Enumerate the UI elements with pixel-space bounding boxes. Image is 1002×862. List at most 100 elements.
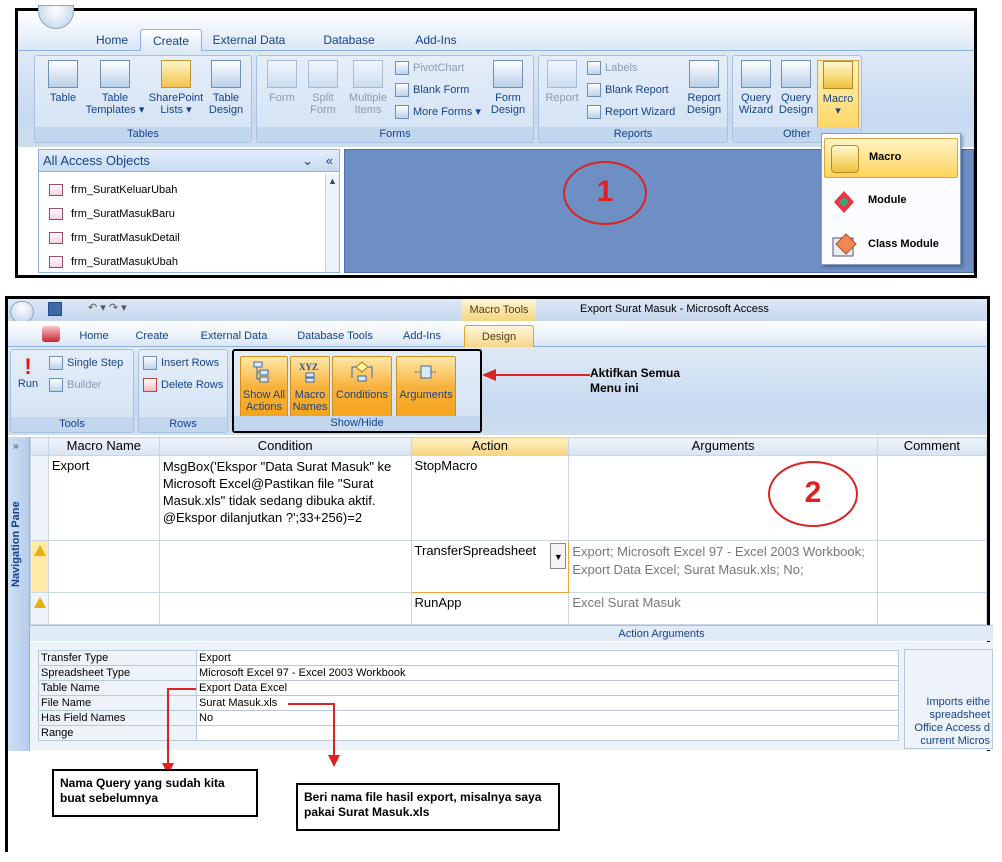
row-selector[interactable] xyxy=(30,455,49,541)
show-all-actions-button[interactable]: Show All Actions xyxy=(240,356,288,418)
chevron-down-icon[interactable]: ⌄ xyxy=(302,150,313,172)
group-forms-label: Forms xyxy=(257,127,533,142)
arguments-button[interactable]: Arguments xyxy=(396,356,456,418)
single-step-label: Single Step xyxy=(67,357,124,369)
blank-form-button[interactable]: Blank Form xyxy=(393,81,469,99)
sharepoint-lists-label: SharePoint Lists ▾ xyxy=(148,92,204,116)
argument-value[interactable]: Export xyxy=(196,650,899,666)
nav-item-form[interactable]: frm_SuratMasukUbah xyxy=(47,252,178,272)
query-design-button[interactable]: Query Design xyxy=(773,60,819,126)
report-design-button[interactable]: Report Design xyxy=(679,60,729,126)
form-icon xyxy=(49,232,63,244)
warning-icon xyxy=(34,597,46,608)
run-button[interactable]: ! Run xyxy=(15,356,41,391)
tab-add-ins[interactable]: Add-Ins xyxy=(396,325,448,347)
tab-design[interactable]: Design xyxy=(464,325,534,347)
multiple-items-button[interactable]: Multiple Items xyxy=(343,60,393,126)
cell-condition[interactable]: MsgBox('Ekspor "Data Surat Masuk" ke Mic… xyxy=(158,455,412,541)
annotation-showhide: Aktifkan Semua Menu ini xyxy=(590,366,681,395)
cell-macro-name[interactable] xyxy=(47,540,160,593)
group-forms: Form Split Form Multiple Items PivotChar… xyxy=(256,55,534,143)
cell-action-selected[interactable]: TransferSpreadsheet ▼ xyxy=(410,540,570,593)
save-icon[interactable] xyxy=(48,302,62,316)
table-icon xyxy=(48,60,78,88)
insert-rows-button[interactable]: Insert Rows xyxy=(141,354,219,372)
dropdown-arrow-icon[interactable]: ▼ xyxy=(550,543,567,569)
arguments-label: Arguments xyxy=(399,389,453,401)
nav-scrollbar[interactable]: ▲ xyxy=(325,174,339,272)
navigation-pane-collapsed[interactable]: » Navigation Pane xyxy=(8,437,30,751)
table-row[interactable]: TransferSpreadsheet ▼ Export; Microsoft E… xyxy=(30,540,988,593)
builder-icon xyxy=(49,378,63,392)
table-design-button[interactable]: Table Design xyxy=(199,60,253,126)
ribbon-design: ! Run Single Step Builder Tools Insert Ro… xyxy=(8,347,987,435)
undo-icon[interactable]: ↶ ▾ ↷ ▾ xyxy=(88,301,127,314)
nav-item-form[interactable]: frm_SuratMasukBaru xyxy=(47,204,175,224)
tab-home[interactable]: Home xyxy=(84,29,140,51)
argument-row[interactable]: Transfer Type Export xyxy=(38,650,899,666)
cell-macro-name[interactable]: Export xyxy=(47,455,160,541)
row-selector-current[interactable] xyxy=(30,540,49,593)
report-wizard-button[interactable]: Report Wizard xyxy=(585,103,675,121)
office-button[interactable] xyxy=(10,301,34,323)
form-design-button[interactable]: Form Design xyxy=(483,60,533,126)
scroll-up-icon[interactable]: ▲ xyxy=(328,176,337,186)
tab-external-data[interactable]: External Data xyxy=(204,29,294,51)
col-comment[interactable]: Comment xyxy=(876,437,988,456)
blank-report-button[interactable]: Blank Report xyxy=(585,81,669,99)
menu-item-class-module[interactable]: Class Module xyxy=(824,226,958,266)
tab-home[interactable]: Home xyxy=(72,325,116,347)
table-templates-button[interactable]: Table Templates ▾ xyxy=(85,60,145,126)
cell-action[interactable]: StopMacro xyxy=(410,455,570,541)
group-other: Query Wizard Query Design Macro ▾ Other xyxy=(732,55,862,143)
pivotchart-button[interactable]: PivotChart xyxy=(393,59,464,77)
col-condition[interactable]: Condition xyxy=(158,437,412,456)
blank-report-icon xyxy=(587,83,601,97)
cell-macro-name[interactable] xyxy=(47,592,160,625)
tab-create[interactable]: Create xyxy=(130,325,174,347)
more-forms-button[interactable]: More Forms ▾ xyxy=(393,103,481,121)
table-button[interactable]: Table xyxy=(35,60,91,126)
menu-item-module[interactable]: Module xyxy=(824,182,958,222)
nav-pane-header[interactable]: All Access Objects ⌄ « xyxy=(39,150,339,172)
run-label: Run xyxy=(17,378,39,390)
col-action[interactable]: Action xyxy=(410,437,570,456)
report-label: Report xyxy=(545,92,579,104)
group-reports-label: Reports xyxy=(539,127,727,142)
form-icon xyxy=(49,208,63,220)
macro-names-button[interactable]: XYZ Macro Names xyxy=(290,356,330,418)
cell-action[interactable]: RunApp xyxy=(410,592,570,625)
table-row[interactable]: RunApp Excel Surat Masuk xyxy=(30,592,988,625)
split-form-button[interactable]: Split Form xyxy=(299,60,347,126)
tab-add-ins[interactable]: Add-Ins xyxy=(406,29,466,51)
tab-database-tools[interactable]: Database Tools xyxy=(300,29,398,69)
menu-item-class-module-label: Class Module xyxy=(868,238,939,250)
macro-button[interactable]: Macro ▾ xyxy=(817,60,859,134)
tab-create[interactable]: Create xyxy=(140,29,202,52)
cell-comment[interactable] xyxy=(876,455,988,541)
single-step-button[interactable]: Single Step xyxy=(47,354,123,372)
delete-rows-button[interactable]: Delete Rows xyxy=(141,376,223,394)
builder-button[interactable]: Builder xyxy=(47,376,101,394)
office-button[interactable] xyxy=(38,5,74,29)
cell-condition[interactable] xyxy=(158,540,412,593)
expand-icon[interactable]: » xyxy=(13,441,19,452)
cell-comment[interactable] xyxy=(876,540,988,593)
collapse-icon[interactable]: « xyxy=(326,150,333,172)
conditions-button[interactable]: Conditions xyxy=(332,356,392,418)
row-selector[interactable] xyxy=(30,592,49,625)
col-macro-name[interactable]: Macro Name xyxy=(47,437,160,456)
nav-item-form[interactable]: frm_SuratMasukDetail xyxy=(47,228,180,248)
nav-item-form[interactable]: frm_SuratKeluarUbah xyxy=(47,180,177,200)
labels-button[interactable]: Labels xyxy=(585,59,637,77)
cell-comment[interactable] xyxy=(876,592,988,625)
macro-names-label: Macro Names xyxy=(292,389,328,413)
cell-condition[interactable] xyxy=(158,592,412,625)
macro-names-icon: XYZ xyxy=(299,362,318,383)
blank-form-label: Blank Form xyxy=(413,84,470,96)
tab-database-tools[interactable]: Database Tools xyxy=(290,325,380,347)
tab-external-data[interactable]: External Data xyxy=(194,325,274,347)
col-arguments[interactable]: Arguments xyxy=(568,437,878,456)
report-button[interactable]: Report xyxy=(539,60,585,126)
menu-item-macro[interactable]: Macro xyxy=(824,138,958,178)
